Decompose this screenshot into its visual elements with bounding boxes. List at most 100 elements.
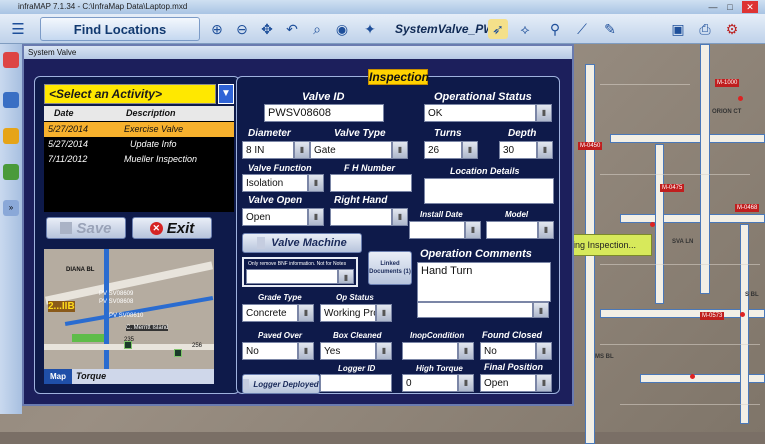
lock-icon[interactable]: ▮	[338, 269, 354, 284]
street-label: S BL	[745, 292, 759, 298]
lock-icon[interactable]: ▮	[465, 221, 481, 239]
map-tooltip: ling Inspection...	[566, 234, 652, 256]
list-item[interactable]: 7/11/2012 Mueller Inspection	[44, 152, 234, 167]
save-button-label: Save	[76, 219, 112, 237]
print-icon[interactable]: ⎙	[695, 19, 715, 39]
lock-icon[interactable]: ▮	[533, 302, 549, 318]
model-field[interactable]	[486, 221, 538, 239]
tool-icon[interactable]	[3, 164, 19, 180]
valve-open-field[interactable]: Open	[242, 208, 308, 226]
ruler-icon[interactable]: ⟋	[572, 19, 592, 39]
back-extent-icon[interactable]: ↶	[282, 19, 302, 39]
valve-type-field[interactable]: Gate	[310, 141, 392, 159]
pan-icon[interactable]: ✥	[257, 19, 277, 39]
minimap-label: PV SV08609	[99, 291, 134, 297]
find-locations-button[interactable]: Find Locations	[40, 17, 200, 41]
lock-icon[interactable]: ▮	[308, 208, 324, 226]
fh-number-label: F H Number	[344, 163, 396, 173]
minimap-label: PV SV08608	[99, 299, 134, 305]
final-position-field[interactable]: Open	[480, 374, 536, 392]
fh-number-field[interactable]	[330, 174, 412, 192]
bnf-field[interactable]	[246, 269, 338, 284]
list-item[interactable]: 5/27/2014 Update Info	[44, 137, 234, 152]
lock-icon[interactable]: ▮	[458, 374, 474, 392]
operation-comments-field[interactable]: Hand Turn	[417, 262, 551, 302]
paved-over-field[interactable]: No	[242, 342, 298, 360]
logger-icon	[243, 379, 250, 389]
lock-icon[interactable]: ▮	[536, 342, 552, 360]
lock-icon[interactable]: ▮	[376, 342, 392, 360]
select-tool-icon[interactable]: ➶	[488, 19, 508, 39]
location-details-field[interactable]	[424, 178, 554, 204]
lock-icon[interactable]: ▮	[294, 141, 310, 159]
exit-button-label: Exit	[166, 219, 195, 237]
main-toolbar: ☰ Find Locations ⊕ ⊖ ✥ ↶ ⌕ ◉ ✦ SystemVal…	[0, 14, 765, 44]
valve-id-field[interactable]: PWSV08608	[264, 104, 384, 122]
notes-icon[interactable]: ✎	[600, 19, 620, 39]
tool-icon[interactable]	[3, 128, 19, 144]
op-status-field[interactable]: Working Prop	[320, 304, 376, 322]
settings-gear-icon[interactable]: ⚙	[722, 19, 742, 39]
tool-icon[interactable]	[3, 92, 19, 108]
lock-icon[interactable]: ▮	[537, 141, 553, 159]
logger-id-field[interactable]	[320, 374, 392, 392]
expand-chevron-icon[interactable]: »	[3, 200, 19, 216]
lock-icon[interactable]: ▮	[536, 374, 552, 392]
minimize-icon[interactable]: —	[705, 1, 721, 13]
comments-preset-select[interactable]	[417, 302, 533, 318]
layers-icon[interactable]: ☰	[8, 19, 28, 39]
lock-icon[interactable]: ▮	[298, 342, 314, 360]
globe-icon[interactable]: ◉	[332, 19, 352, 39]
lock-icon[interactable]: ▮	[298, 304, 314, 322]
activity-select[interactable]: <Select an Activity>	[44, 84, 216, 104]
operational-status-field[interactable]: OK	[424, 104, 536, 122]
valve-function-label: Valve Function	[248, 163, 312, 173]
mini-map[interactable]: PV SV08609 PV SV08608 PV SV08610 2...IIB…	[44, 249, 214, 369]
turns-field[interactable]: 26	[424, 141, 462, 159]
lock-icon[interactable]: ▮	[392, 141, 408, 159]
tool-icon[interactable]	[3, 52, 19, 68]
bnf-note-box: Only remove BNF information. Not for Not…	[242, 257, 358, 287]
zoom-out-icon[interactable]: ⊖	[232, 19, 252, 39]
list-header: Date Description	[44, 106, 234, 121]
exit-button[interactable]: ✕ Exit	[132, 217, 212, 239]
install-date-field[interactable]	[409, 221, 465, 239]
minimap-caption-bar: Map Torque	[44, 369, 214, 384]
grade-type-field[interactable]: Concrete	[242, 304, 298, 322]
close-icon[interactable]: ✕	[742, 1, 758, 13]
found-closed-field[interactable]: No	[480, 342, 536, 360]
lock-icon[interactable]: ▮	[458, 342, 474, 360]
save-button[interactable]: Save	[46, 217, 126, 239]
linked-documents-button[interactable]: Linked Documents (1)	[368, 251, 412, 285]
row-description: Exercise Valve	[124, 124, 184, 134]
lock-icon[interactable]: ▮	[392, 208, 408, 226]
diameter-field[interactable]: 8 IN	[242, 141, 294, 159]
measure-icon[interactable]: ⟡	[515, 19, 535, 39]
right-hand-field[interactable]	[330, 208, 392, 226]
operation-comments-label: Operation Comments	[420, 248, 532, 260]
logger-deployed-button[interactable]: Logger Deployed	[242, 374, 320, 394]
lock-icon[interactable]: ▮	[308, 174, 324, 192]
zoom-in-icon[interactable]: ⊕	[207, 19, 227, 39]
inop-condition-field[interactable]	[402, 342, 458, 360]
magnifier-icon[interactable]: ⌕	[307, 19, 327, 39]
high-torque-field[interactable]: 0	[402, 374, 458, 392]
valve-machine-button[interactable]: Valve Machine	[242, 233, 362, 253]
save-disk-icon	[60, 222, 73, 234]
list-item[interactable]: 5/27/2014 Exercise Valve	[44, 122, 234, 137]
box-cleaned-field[interactable]: Yes	[320, 342, 376, 360]
chevron-down-icon[interactable]: ▼	[218, 84, 234, 104]
folder-icon[interactable]: ▣	[668, 19, 688, 39]
depth-field[interactable]: 30	[499, 141, 537, 159]
maximize-icon[interactable]: □	[722, 1, 738, 13]
app-title: infraMAP 7.1.34 - C:\InfraMap Data\Lapto…	[18, 2, 188, 11]
lock-icon[interactable]: ▮	[536, 104, 552, 122]
valve-function-field[interactable]: Isolation	[242, 174, 308, 192]
lock-icon[interactable]: ▮	[462, 141, 478, 159]
map-tab[interactable]: Map	[44, 369, 72, 384]
pin-icon[interactable]: ⚲	[545, 19, 565, 39]
lock-icon[interactable]: ▮	[376, 304, 392, 322]
identify-tool-icon[interactable]: ✦	[360, 19, 380, 39]
lock-icon[interactable]: ▮	[538, 221, 554, 239]
found-closed-label: Found Closed	[482, 330, 542, 340]
